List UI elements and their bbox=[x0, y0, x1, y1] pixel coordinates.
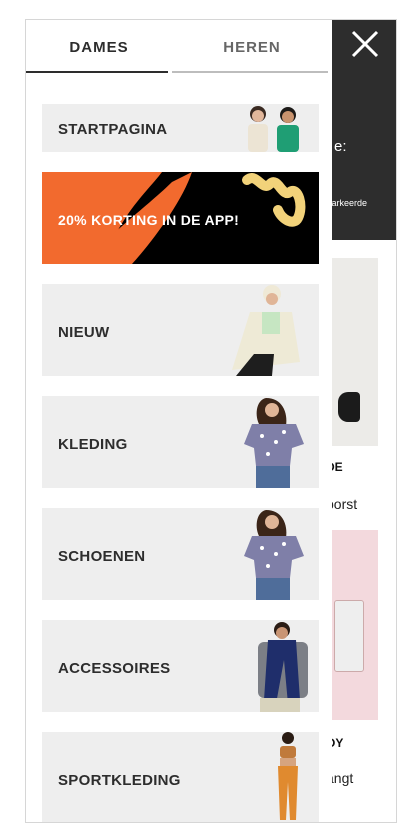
model-image bbox=[278, 732, 298, 820]
shoe-shape bbox=[338, 392, 360, 422]
side-menu: DAMES HEREN STARTPAGINA 20% KORTING IN D… bbox=[26, 20, 332, 822]
banner-text: e: bbox=[334, 138, 347, 155]
promo-label: 20% KORTING IN DE APP! bbox=[58, 212, 240, 228]
product-image[interactable] bbox=[332, 530, 378, 720]
menu-item-schoenen[interactable]: SCHOENEN bbox=[42, 508, 319, 600]
background-banner: e: markeerde bbox=[324, 68, 396, 240]
close-icon bbox=[351, 30, 379, 58]
menu-item-label: KLEDING bbox=[58, 436, 128, 453]
model-image bbox=[244, 398, 304, 488]
menu-item-kleding[interactable]: KLEDING bbox=[42, 396, 319, 488]
model-image bbox=[258, 622, 308, 712]
product-image[interactable] bbox=[332, 258, 378, 446]
close-menu-button[interactable] bbox=[332, 20, 396, 68]
menu-item-label: SCHOENEN bbox=[58, 548, 146, 565]
menu-item-label: STARTPAGINA bbox=[58, 121, 168, 138]
menu-item-sportkleding[interactable]: SPORTKLEDING bbox=[42, 732, 319, 822]
menu-item-promo[interactable]: 20% KORTING IN DE APP! bbox=[42, 172, 319, 264]
menu-item-nieuw[interactable]: NIEUW bbox=[42, 284, 319, 376]
models-image bbox=[248, 106, 299, 152]
model-image bbox=[232, 285, 300, 376]
app-frame: e: markeerde DE borst OY angt DAMES HERE… bbox=[25, 19, 397, 823]
menu-item-startpagina[interactable]: STARTPAGINA bbox=[42, 104, 319, 152]
menu-item-accessoires[interactable]: ACCESSOIRES bbox=[42, 620, 319, 712]
menu-item-label: SPORTKLEDING bbox=[58, 772, 181, 789]
gender-tabs: DAMES HEREN bbox=[26, 20, 332, 74]
bottle-shape bbox=[334, 600, 364, 672]
active-tab-indicator bbox=[26, 71, 168, 73]
menu-item-label: NIEUW bbox=[58, 324, 110, 341]
menu-item-label: ACCESSOIRES bbox=[58, 660, 171, 677]
tab-dames[interactable]: DAMES bbox=[26, 20, 172, 74]
inactive-tab-indicator bbox=[172, 71, 328, 73]
model-image bbox=[244, 510, 304, 600]
tab-heren[interactable]: HEREN bbox=[172, 20, 332, 74]
